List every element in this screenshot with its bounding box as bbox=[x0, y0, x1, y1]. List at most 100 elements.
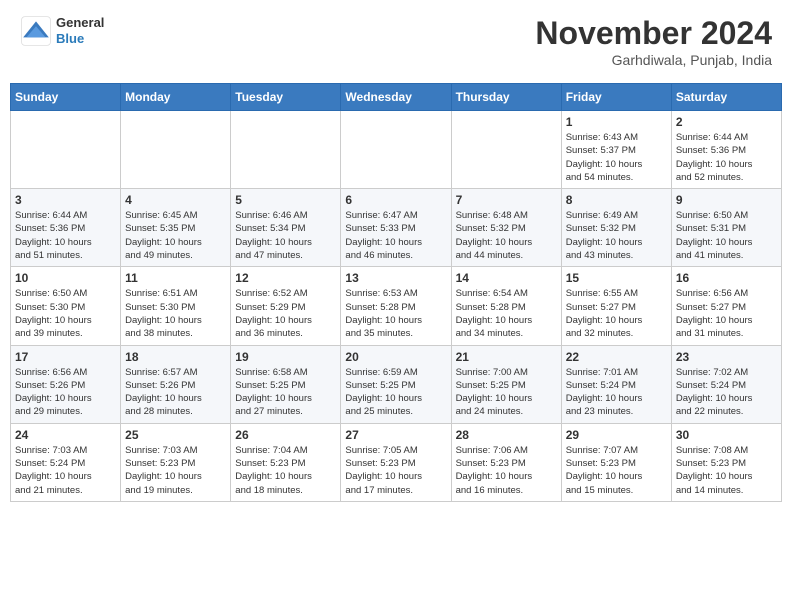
calendar-cell: 6 Sunrise: 6:47 AM Sunset: 5:33 PM Daylig… bbox=[341, 189, 451, 267]
calendar-cell: 29 Sunrise: 7:07 AM Sunset: 5:23 PM Dayli… bbox=[561, 423, 671, 501]
day-info: Sunrise: 6:47 AM Sunset: 5:33 PM Dayligh… bbox=[345, 209, 446, 262]
weekday-header: Monday bbox=[121, 84, 231, 111]
day-info: Sunrise: 6:43 AM Sunset: 5:37 PM Dayligh… bbox=[566, 131, 667, 184]
weekday-header: Thursday bbox=[451, 84, 561, 111]
calendar-week-row: 10 Sunrise: 6:50 AM Sunset: 5:30 PM Dayli… bbox=[11, 267, 782, 345]
calendar-cell: 11Sunrise: 6:51 AM Sunset: 5:30 PM Dayli… bbox=[121, 267, 231, 345]
day-info: Sunrise: 6:54 AM Sunset: 5:28 PM Dayligh… bbox=[456, 287, 557, 340]
calendar-cell: 12 Sunrise: 6:52 AM Sunset: 5:29 PM Dayli… bbox=[231, 267, 341, 345]
day-info: Sunrise: 7:08 AM Sunset: 5:23 PM Dayligh… bbox=[676, 444, 777, 497]
day-info: Sunrise: 7:03 AM Sunset: 5:23 PM Dayligh… bbox=[125, 444, 226, 497]
calendar-cell bbox=[451, 111, 561, 189]
calendar-week-row: 1Sunrise: 6:43 AM Sunset: 5:37 PM Daylig… bbox=[11, 111, 782, 189]
calendar-cell: 18Sunrise: 6:57 AM Sunset: 5:26 PM Dayli… bbox=[121, 345, 231, 423]
logo-general: General bbox=[56, 15, 104, 31]
day-info: Sunrise: 6:45 AM Sunset: 5:35 PM Dayligh… bbox=[125, 209, 226, 262]
weekday-header: Tuesday bbox=[231, 84, 341, 111]
day-number: 9 bbox=[676, 193, 777, 207]
calendar-cell: 4 Sunrise: 6:45 AM Sunset: 5:35 PM Daylig… bbox=[121, 189, 231, 267]
day-number: 4 bbox=[125, 193, 226, 207]
calendar-cell: 5 Sunrise: 6:46 AM Sunset: 5:34 PM Daylig… bbox=[231, 189, 341, 267]
day-number: 23 bbox=[676, 350, 777, 364]
day-number: 3 bbox=[15, 193, 116, 207]
calendar-cell: 20Sunrise: 6:59 AM Sunset: 5:25 PM Dayli… bbox=[341, 345, 451, 423]
day-info: Sunrise: 7:07 AM Sunset: 5:23 PM Dayligh… bbox=[566, 444, 667, 497]
day-info: Sunrise: 6:50 AM Sunset: 5:30 PM Dayligh… bbox=[15, 287, 116, 340]
calendar-cell: 9 Sunrise: 6:50 AM Sunset: 5:31 PM Daylig… bbox=[671, 189, 781, 267]
day-number: 18 bbox=[125, 350, 226, 364]
day-number: 29 bbox=[566, 428, 667, 442]
day-number: 2 bbox=[676, 115, 777, 129]
day-number: 17 bbox=[15, 350, 116, 364]
day-info: Sunrise: 6:53 AM Sunset: 5:28 PM Dayligh… bbox=[345, 287, 446, 340]
day-info: Sunrise: 6:44 AM Sunset: 5:36 PM Dayligh… bbox=[15, 209, 116, 262]
calendar-cell bbox=[121, 111, 231, 189]
day-number: 16 bbox=[676, 271, 777, 285]
day-info: Sunrise: 7:02 AM Sunset: 5:24 PM Dayligh… bbox=[676, 366, 777, 419]
calendar-header-row: SundayMondayTuesdayWednesdayThursdayFrid… bbox=[11, 84, 782, 111]
calendar-cell: 24Sunrise: 7:03 AM Sunset: 5:24 PM Dayli… bbox=[11, 423, 121, 501]
day-number: 6 bbox=[345, 193, 446, 207]
day-info: Sunrise: 6:55 AM Sunset: 5:27 PM Dayligh… bbox=[566, 287, 667, 340]
calendar-week-row: 3 Sunrise: 6:44 AM Sunset: 5:36 PM Daylig… bbox=[11, 189, 782, 267]
calendar-cell: 13 Sunrise: 6:53 AM Sunset: 5:28 PM Dayli… bbox=[341, 267, 451, 345]
calendar-cell bbox=[231, 111, 341, 189]
month-title: November 2024 bbox=[535, 15, 772, 52]
day-number: 24 bbox=[15, 428, 116, 442]
day-info: Sunrise: 6:46 AM Sunset: 5:34 PM Dayligh… bbox=[235, 209, 336, 262]
calendar-week-row: 17Sunrise: 6:56 AM Sunset: 5:26 PM Dayli… bbox=[11, 345, 782, 423]
calendar-cell: 21 Sunrise: 7:00 AM Sunset: 5:25 PM Dayli… bbox=[451, 345, 561, 423]
calendar-cell bbox=[11, 111, 121, 189]
calendar-cell: 27 Sunrise: 7:05 AM Sunset: 5:23 PM Dayli… bbox=[341, 423, 451, 501]
day-number: 28 bbox=[456, 428, 557, 442]
weekday-header: Saturday bbox=[671, 84, 781, 111]
day-number: 12 bbox=[235, 271, 336, 285]
title-block: November 2024 Garhdiwala, Punjab, India bbox=[535, 15, 772, 68]
calendar-cell: 8 Sunrise: 6:49 AM Sunset: 5:32 PM Daylig… bbox=[561, 189, 671, 267]
calendar-cell: 2 Sunrise: 6:44 AM Sunset: 5:36 PM Daylig… bbox=[671, 111, 781, 189]
day-number: 20 bbox=[345, 350, 446, 364]
calendar-cell: 30Sunrise: 7:08 AM Sunset: 5:23 PM Dayli… bbox=[671, 423, 781, 501]
calendar-cell: 22 Sunrise: 7:01 AM Sunset: 5:24 PM Dayli… bbox=[561, 345, 671, 423]
day-number: 19 bbox=[235, 350, 336, 364]
location: Garhdiwala, Punjab, India bbox=[535, 52, 772, 68]
calendar-cell: 26 Sunrise: 7:04 AM Sunset: 5:23 PM Dayli… bbox=[231, 423, 341, 501]
day-info: Sunrise: 7:05 AM Sunset: 5:23 PM Dayligh… bbox=[345, 444, 446, 497]
calendar-cell: 15 Sunrise: 6:55 AM Sunset: 5:27 PM Dayli… bbox=[561, 267, 671, 345]
calendar-cell: 10 Sunrise: 6:50 AM Sunset: 5:30 PM Dayli… bbox=[11, 267, 121, 345]
weekday-header: Friday bbox=[561, 84, 671, 111]
logo: General Blue bbox=[20, 15, 104, 47]
calendar-cell: 23 Sunrise: 7:02 AM Sunset: 5:24 PM Dayli… bbox=[671, 345, 781, 423]
calendar-cell: 28 Sunrise: 7:06 AM Sunset: 5:23 PM Dayli… bbox=[451, 423, 561, 501]
day-info: Sunrise: 7:01 AM Sunset: 5:24 PM Dayligh… bbox=[566, 366, 667, 419]
day-number: 5 bbox=[235, 193, 336, 207]
calendar-cell: 14Sunrise: 6:54 AM Sunset: 5:28 PM Dayli… bbox=[451, 267, 561, 345]
calendar-cell: 17Sunrise: 6:56 AM Sunset: 5:26 PM Dayli… bbox=[11, 345, 121, 423]
calendar-cell: 19 Sunrise: 6:58 AM Sunset: 5:25 PM Dayli… bbox=[231, 345, 341, 423]
day-info: Sunrise: 6:48 AM Sunset: 5:32 PM Dayligh… bbox=[456, 209, 557, 262]
calendar-cell: 3 Sunrise: 6:44 AM Sunset: 5:36 PM Daylig… bbox=[11, 189, 121, 267]
day-number: 10 bbox=[15, 271, 116, 285]
day-info: Sunrise: 6:52 AM Sunset: 5:29 PM Dayligh… bbox=[235, 287, 336, 340]
logo-blue: Blue bbox=[56, 31, 104, 47]
day-info: Sunrise: 6:44 AM Sunset: 5:36 PM Dayligh… bbox=[676, 131, 777, 184]
day-number: 15 bbox=[566, 271, 667, 285]
calendar-cell: 16Sunrise: 6:56 AM Sunset: 5:27 PM Dayli… bbox=[671, 267, 781, 345]
day-number: 8 bbox=[566, 193, 667, 207]
day-info: Sunrise: 6:58 AM Sunset: 5:25 PM Dayligh… bbox=[235, 366, 336, 419]
calendar-cell bbox=[341, 111, 451, 189]
day-number: 26 bbox=[235, 428, 336, 442]
page-header: General Blue November 2024 Garhdiwala, P… bbox=[10, 10, 782, 73]
day-info: Sunrise: 6:49 AM Sunset: 5:32 PM Dayligh… bbox=[566, 209, 667, 262]
logo-icon bbox=[20, 15, 52, 47]
day-info: Sunrise: 6:50 AM Sunset: 5:31 PM Dayligh… bbox=[676, 209, 777, 262]
calendar-table: SundayMondayTuesdayWednesdayThursdayFrid… bbox=[10, 83, 782, 502]
day-number: 21 bbox=[456, 350, 557, 364]
day-number: 22 bbox=[566, 350, 667, 364]
day-info: Sunrise: 7:00 AM Sunset: 5:25 PM Dayligh… bbox=[456, 366, 557, 419]
day-number: 13 bbox=[345, 271, 446, 285]
day-info: Sunrise: 7:06 AM Sunset: 5:23 PM Dayligh… bbox=[456, 444, 557, 497]
day-info: Sunrise: 7:04 AM Sunset: 5:23 PM Dayligh… bbox=[235, 444, 336, 497]
day-number: 27 bbox=[345, 428, 446, 442]
calendar-cell: 7Sunrise: 6:48 AM Sunset: 5:32 PM Daylig… bbox=[451, 189, 561, 267]
